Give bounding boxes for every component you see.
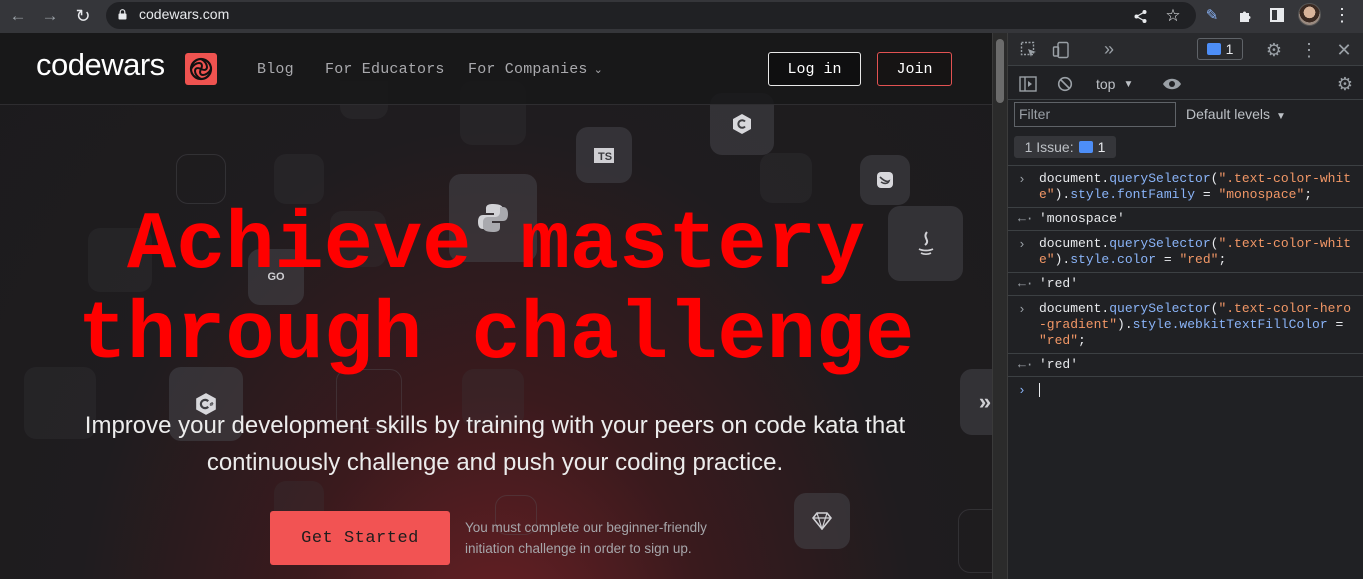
join-button[interactable]: Join [877, 52, 952, 86]
chevron-right-icon: › [1018, 172, 1026, 187]
decorative-tile [958, 509, 992, 573]
chevron-right-icon: › [1018, 302, 1026, 317]
console-result: 'monospace' [1039, 211, 1125, 226]
chat-icon [1078, 141, 1093, 153]
forward-arrow-icon[interactable]: → [38, 4, 62, 28]
console-toolbar: top ▼ ⚙ [1008, 66, 1363, 100]
console-result-entry: ←· 'red' [1008, 273, 1363, 296]
signup-note: You must complete our beginner-friendly … [465, 520, 707, 556]
puzzle-extensions-icon[interactable] [1234, 4, 1256, 26]
site-header: codewars Blog For Educators For Companie… [0, 33, 992, 105]
console-input-entry[interactable]: › document.querySelector(".text-color-he… [1008, 296, 1363, 354]
codewars-logo-icon[interactable] [185, 53, 217, 85]
settings-gear-icon[interactable]: ⚙ [1263, 39, 1285, 61]
profile-avatar[interactable] [1298, 3, 1321, 26]
scrollbar-thumb[interactable] [996, 39, 1004, 103]
chevron-right-icon: › [1018, 237, 1026, 252]
decorative-tile [176, 154, 226, 204]
caret-down-icon: ▼ [1276, 111, 1286, 122]
page-scrollbar[interactable] [992, 33, 1007, 579]
typescript-icon: TS [576, 127, 632, 183]
console-input-entry[interactable]: › document.querySelector(".text-color-wh… [1008, 166, 1363, 208]
log-levels-dropdown[interactable]: Default levels ▼ [1186, 106, 1286, 122]
browser-toolbar: ← → ↻ codewars.com ☆ ✎ ⋮ [0, 0, 1363, 33]
logo[interactable]: codewars [36, 47, 165, 83]
console-command: document.querySelector(".text-color-whit… [1039, 171, 1352, 202]
context-selector[interactable]: top ▼ [1096, 74, 1133, 94]
issue-label: 1 Issue: [1024, 139, 1074, 155]
return-arrow-icon: ←· [1018, 357, 1034, 372]
filter-input[interactable]: Filter [1014, 102, 1176, 127]
nav-companies-label: For Companies [468, 61, 588, 78]
share-icon[interactable] [1130, 6, 1150, 26]
prompt-caret [1039, 377, 1356, 402]
more-tabs-icon[interactable]: » [1099, 39, 1119, 59]
console-result: 'red' [1039, 357, 1079, 372]
caret-down-icon: ▼ [1123, 78, 1134, 90]
more-vert-icon[interactable]: ⋮ [1331, 4, 1353, 26]
login-button[interactable]: Log in [768, 52, 861, 86]
swift-icon [860, 155, 910, 205]
chevron-down-icon: ⌄ [593, 65, 604, 77]
nav-educators-link[interactable]: For Educators [325, 61, 445, 78]
console-command: document.querySelector(".text-color-whit… [1039, 236, 1352, 267]
context-label: top [1096, 76, 1116, 92]
reload-icon[interactable]: ↻ [71, 4, 95, 28]
address-bar[interactable]: codewars.com ☆ [106, 2, 1196, 29]
star-icon[interactable]: ☆ [1163, 6, 1183, 26]
log-levels-label: Default levels [1186, 106, 1271, 122]
console-result-entry: ←· 'red' [1008, 354, 1363, 377]
clear-console-icon[interactable] [1055, 74, 1075, 94]
return-arrow-icon: ←· [1018, 211, 1034, 226]
get-started-button[interactable]: Get Started [270, 511, 450, 565]
console-output: › document.querySelector(".text-color-wh… [1008, 165, 1363, 403]
chevron-right-icon: › [1018, 383, 1026, 398]
sidebar-toggle-icon[interactable] [1018, 74, 1038, 94]
issue-count: 1 [1097, 139, 1106, 155]
console-command: document.querySelector(".text-color-hero… [1039, 301, 1352, 348]
ruby-icon [794, 493, 850, 549]
live-expression-eye-icon[interactable] [1161, 74, 1183, 94]
devtools-main-toolbar: » 1 ⚙ ⋮ ✕ [1008, 33, 1363, 66]
lock-icon [118, 9, 127, 20]
device-toolbar-icon[interactable] [1051, 40, 1071, 60]
more-vert-icon[interactable]: ⋮ [1299, 39, 1319, 61]
back-arrow-icon[interactable]: ← [6, 4, 30, 28]
decorative-tile [274, 154, 324, 204]
close-icon[interactable]: ✕ [1334, 39, 1354, 61]
url-text: codewars.com [139, 6, 230, 22]
hero-subtitle: Improve your development skills by train… [84, 412, 906, 476]
console-prompt-input[interactable]: › [1008, 377, 1363, 403]
issues-count: 1 [1225, 41, 1234, 57]
issues-summary-button[interactable]: 1 Issue: 1 [1014, 136, 1116, 158]
nav-companies-link[interactable]: For Companies ⌄ [468, 61, 603, 78]
console-result: 'red' [1039, 276, 1079, 291]
hero-title: Achieve mastery through challenge [77, 199, 915, 382]
console-result-entry: ←· 'monospace' [1008, 208, 1363, 231]
website-viewport: codewars Blog For Educators For Companie… [0, 33, 992, 579]
inspect-element-icon[interactable] [1019, 40, 1039, 60]
nav-blog-link[interactable]: Blog [257, 61, 294, 78]
chat-icon [1206, 43, 1221, 55]
pen-extension-icon[interactable]: ✎ [1201, 4, 1223, 26]
console-settings-icon[interactable]: ⚙ [1334, 73, 1356, 95]
console-input-entry[interactable]: › document.querySelector(".text-color-wh… [1008, 231, 1363, 273]
return-arrow-icon: ←· [1018, 276, 1034, 291]
side-panel-icon[interactable] [1266, 4, 1288, 26]
devtools-panel: » 1 ⚙ ⋮ ✕ top ▼ ⚙ Filter Default levels ▼ … [1007, 33, 1363, 579]
issues-badge[interactable]: 1 [1197, 38, 1243, 60]
decorative-tile [760, 153, 812, 203]
